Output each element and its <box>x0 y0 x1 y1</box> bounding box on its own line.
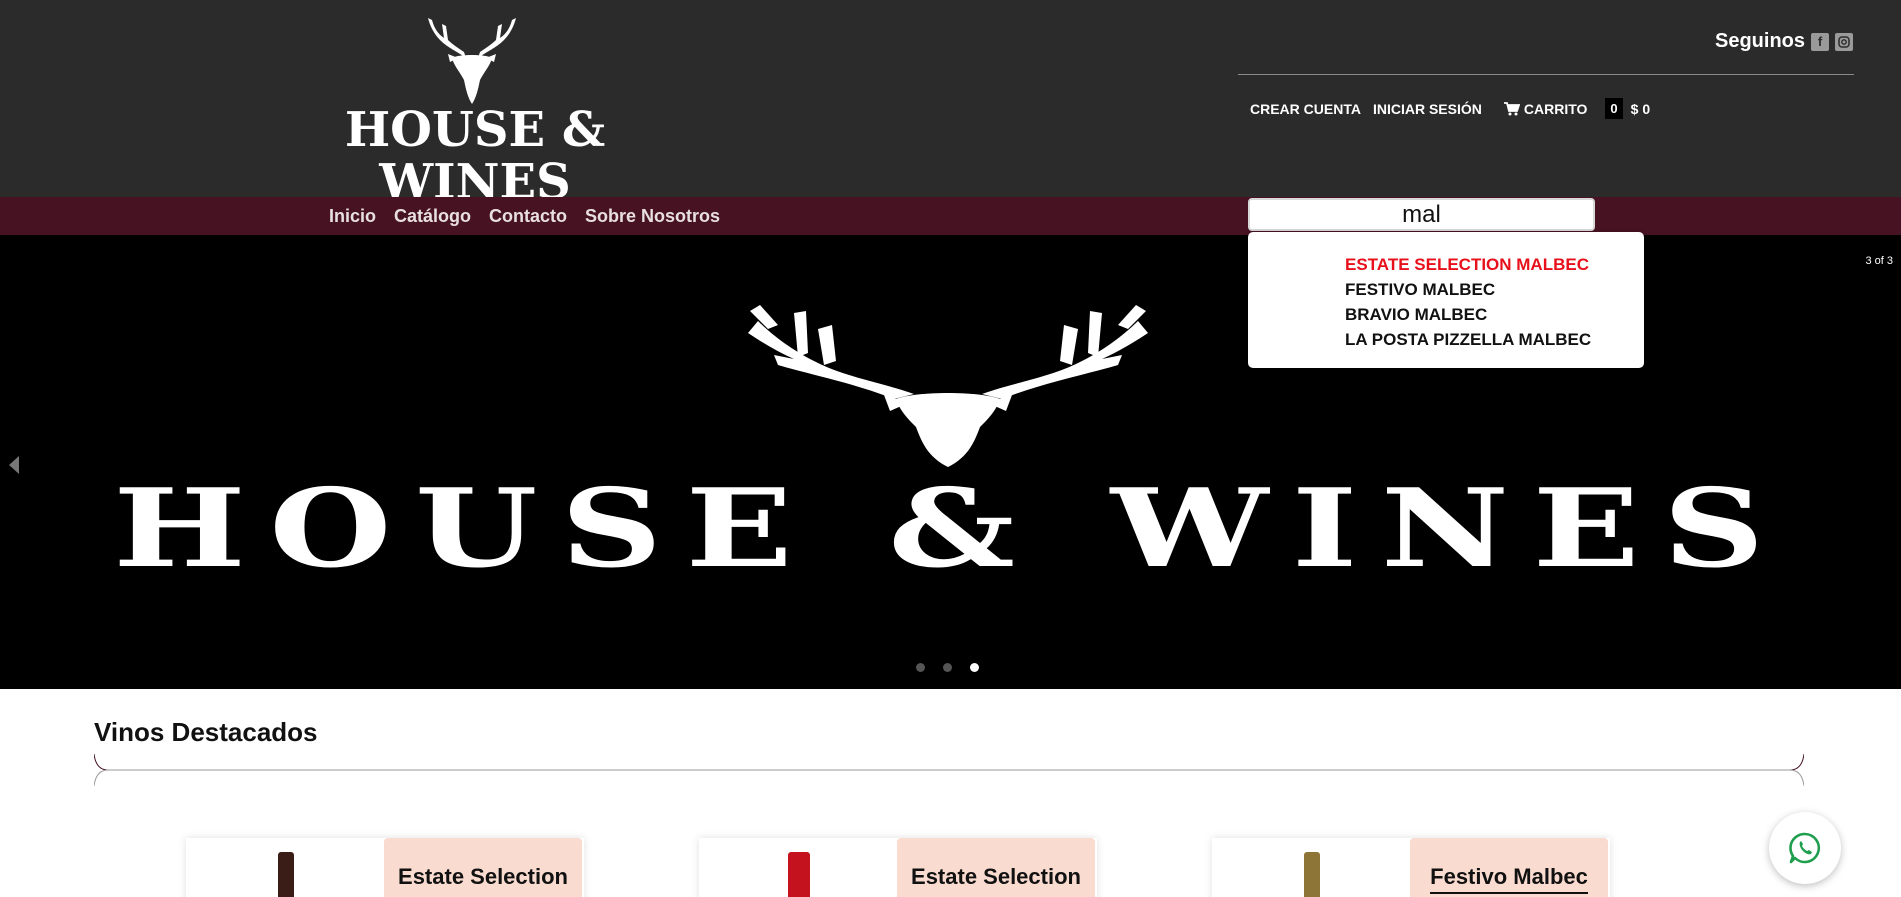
slider-prev-arrow-icon[interactable] <box>9 456 19 474</box>
nav-item-contacto[interactable]: Contacto <box>489 206 567 227</box>
product-name-tag: Estate Selection <box>897 838 1095 897</box>
suggestion-item[interactable]: ESTATE SELECTION MALBEC <box>1345 252 1644 277</box>
product-card[interactable]: Festivo Malbec <box>1212 838 1610 897</box>
deer-logo-icon <box>428 18 516 104</box>
cart-total: $ 0 <box>1630 100 1651 117</box>
header-divider <box>1238 74 1854 75</box>
slider-dots <box>916 663 979 672</box>
create-account-link[interactable]: CREAR CUENTA <box>1250 101 1361 117</box>
search-input[interactable] <box>1248 198 1595 231</box>
section-divider <box>94 754 1804 786</box>
page: HOUSE & WINES Seguinos f CREAR CUENTA IN… <box>0 0 1901 897</box>
site-logo[interactable]: HOUSE & WINES <box>270 18 680 208</box>
wine-bottle-image <box>278 852 294 897</box>
main-nav: Inicio Catálogo Contacto Sobre Nosotros <box>329 197 720 235</box>
wine-bottle-image <box>788 852 810 897</box>
nav-item-sobre-nosotros[interactable]: Sobre Nosotros <box>585 206 720 227</box>
account-bar: CREAR CUENTA INICIAR SESIÓN CARRITO 0 $ … <box>1250 98 1650 119</box>
product-name-tag: Festivo Malbec <box>1410 838 1608 897</box>
main-nav-bar: Inicio Catálogo Contacto Sobre Nosotros <box>0 197 1901 235</box>
nav-item-catalogo[interactable]: Catálogo <box>394 206 471 227</box>
product-name: Estate Selection <box>911 864 1081 889</box>
search-suggestions: ESTATE SELECTION MALBEC FESTIVO MALBEC B… <box>1248 232 1644 368</box>
facebook-icon[interactable]: f <box>1811 32 1829 51</box>
logo-text: HOUSE & WINES <box>344 102 606 210</box>
follow-us: Seguinos f <box>1715 30 1853 53</box>
cart-icon[interactable] <box>1503 101 1520 116</box>
instagram-icon[interactable] <box>1835 32 1853 51</box>
slider-dot-active[interactable] <box>970 663 979 672</box>
site-header: HOUSE & WINES Seguinos f CREAR CUENTA IN… <box>0 0 1901 208</box>
cart-count-badge: 0 <box>1605 98 1623 119</box>
wine-bottle-image <box>1304 852 1320 897</box>
whatsapp-button[interactable] <box>1769 812 1841 884</box>
slider-dot[interactable] <box>916 663 925 672</box>
cart-link[interactable]: CARRITO <box>1524 101 1588 117</box>
deer-banner-icon <box>748 305 1148 467</box>
nav-item-inicio[interactable]: Inicio <box>329 206 376 227</box>
whatsapp-icon <box>1789 832 1821 864</box>
suggestion-item[interactable]: BRAVIO MALBEC <box>1345 302 1644 327</box>
slider-dot[interactable] <box>943 663 952 672</box>
follow-label: Seguinos <box>1714 30 1805 52</box>
featured-title: Vinos Destacados <box>94 717 318 747</box>
product-card[interactable]: Estate Selection <box>699 838 1097 897</box>
login-link[interactable]: INICIAR SESIÓN <box>1373 101 1482 117</box>
slide-counter: 3 of 3 <box>1865 255 1893 267</box>
product-name: Estate Selection <box>398 864 568 889</box>
product-name-tag: Estate Selection <box>384 838 582 897</box>
hero-brand-text: HOUSE & WINES <box>113 466 1788 592</box>
product-card[interactable]: Estate Selection <box>186 838 584 897</box>
suggestion-item[interactable]: LA POSTA PIZZELLA MALBEC <box>1345 327 1644 352</box>
suggestion-item[interactable]: FESTIVO MALBEC <box>1345 277 1644 302</box>
product-name: Festivo Malbec <box>1430 864 1588 894</box>
